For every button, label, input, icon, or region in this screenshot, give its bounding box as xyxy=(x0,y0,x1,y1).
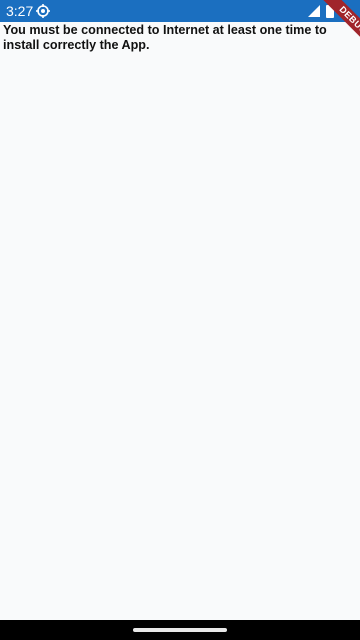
connection-required-message: You must be connected to Internet at lea… xyxy=(3,23,327,52)
navigation-bar xyxy=(0,620,360,640)
status-time: 3:27 xyxy=(6,3,34,19)
app-screen: 3:27 DEBUG You must be connected to Inte… xyxy=(0,0,360,640)
home-indicator[interactable] xyxy=(133,628,227,632)
